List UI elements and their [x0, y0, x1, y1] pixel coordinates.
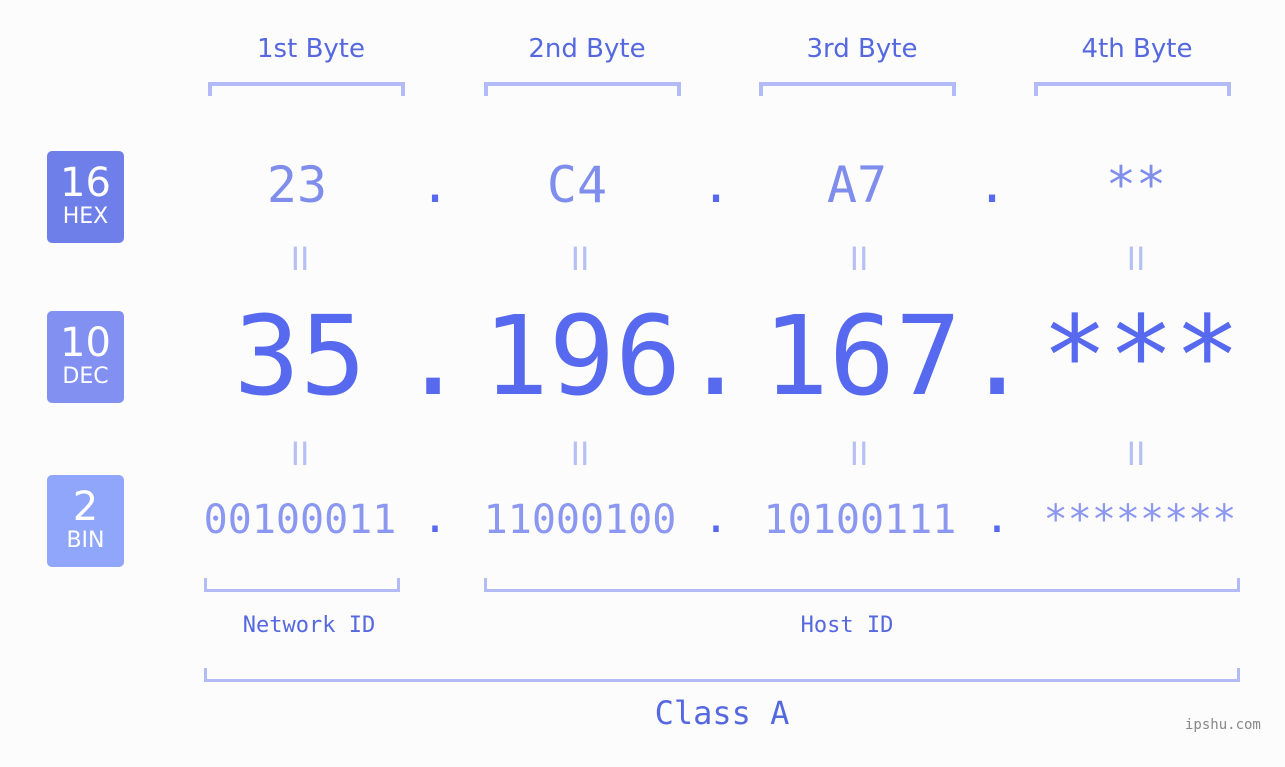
class-bracket: [204, 668, 1240, 682]
bin-badge-label: BIN: [66, 528, 105, 553]
byte-bracket-1: [208, 82, 405, 96]
bin-badge: 2 BIN: [47, 475, 124, 567]
bin-badge-number: 2: [72, 484, 99, 530]
equals-icon: II: [570, 240, 590, 278]
bin-byte-2: 11000100: [483, 497, 677, 543]
watermark: ipshu.com: [1185, 717, 1261, 733]
hex-byte-4: **: [1105, 156, 1167, 214]
network-id-label: Network ID: [242, 613, 376, 638]
hex-badge: 16 HEX: [47, 151, 124, 243]
bin-separator-2: .: [702, 492, 730, 543]
bin-byte-1: 00100011: [203, 497, 397, 543]
dec-badge-number: 10: [60, 320, 111, 366]
network-id-bracket: [204, 578, 400, 592]
equals-icon: II: [1126, 435, 1146, 473]
hex-badge-number: 16: [60, 160, 111, 206]
dec-byte-4: ***: [1041, 292, 1241, 420]
hex-badge-label: HEX: [62, 204, 109, 229]
equals-icon: II: [849, 240, 869, 278]
hex-byte-1: 23: [266, 156, 328, 214]
byte-bracket-4: [1034, 82, 1231, 96]
byte-header-4: 4th Byte: [1081, 34, 1193, 64]
hex-separator-2: .: [701, 156, 732, 214]
equals-icon: II: [1126, 240, 1146, 278]
bin-separator-3: .: [983, 492, 1011, 543]
bin-byte-4: ********: [1043, 497, 1237, 543]
bin-byte-3: 10100111: [763, 497, 957, 543]
hex-byte-2: C4: [546, 156, 608, 214]
hex-byte-3: A7: [826, 156, 888, 214]
dec-badge-label: DEC: [62, 364, 109, 389]
hex-separator-1: .: [420, 156, 451, 214]
byte-bracket-2: [484, 82, 681, 96]
equals-icon: II: [290, 240, 310, 278]
host-id-label: Host ID: [800, 613, 894, 638]
bin-separator-1: .: [421, 492, 449, 543]
equals-icon: II: [849, 435, 869, 473]
byte-header-2: 2nd Byte: [528, 34, 646, 64]
host-id-bracket: [484, 578, 1240, 592]
equals-icon: II: [570, 435, 590, 473]
dec-byte-1: 35: [233, 292, 367, 420]
byte-bracket-3: [759, 82, 956, 96]
dec-badge: 10 DEC: [47, 311, 124, 403]
hex-separator-3: .: [977, 156, 1008, 214]
dec-byte-3: 167: [762, 292, 962, 420]
equals-icon: II: [290, 435, 310, 473]
byte-header-3: 3rd Byte: [806, 34, 918, 64]
byte-header-1: 1st Byte: [257, 34, 365, 64]
class-label: Class A: [654, 694, 790, 732]
dec-byte-2: 196: [482, 292, 682, 420]
